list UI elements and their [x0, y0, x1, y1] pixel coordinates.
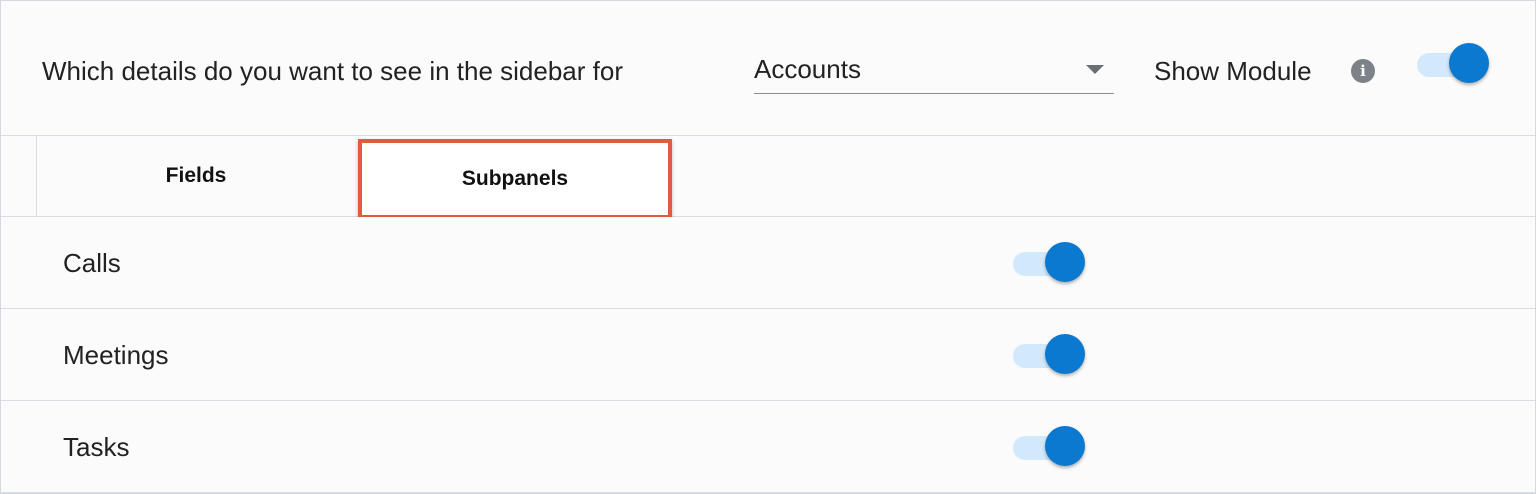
toggle-knob: [1045, 242, 1085, 282]
subpanel-row-meetings: Meetings: [1, 309, 1535, 401]
tab-bar: Fields Subpanels: [1, 136, 1535, 219]
chevron-down-icon: [1086, 65, 1104, 74]
tasks-toggle[interactable]: [1013, 426, 1087, 468]
show-module-toggle[interactable]: [1417, 43, 1491, 85]
calls-toggle[interactable]: [1013, 242, 1087, 284]
module-select[interactable]: Accounts: [754, 51, 1114, 94]
subpanel-row-tasks: Tasks: [1, 401, 1535, 493]
tab-bar-divider: [36, 136, 37, 216]
meetings-toggle[interactable]: [1013, 334, 1087, 376]
sidebar-question-label: Which details do you want to see in the …: [42, 56, 623, 86]
sidebar-settings-panel: Which details do you want to see in the …: [0, 0, 1536, 494]
toggle-knob: [1449, 43, 1489, 83]
subpanel-label: Tasks: [63, 432, 130, 462]
toggle-knob: [1045, 426, 1085, 466]
tab-fields[interactable]: Fields: [41, 136, 351, 216]
toggle-knob: [1045, 334, 1085, 374]
tab-subpanels[interactable]: Subpanels: [358, 139, 672, 219]
subpanel-label: Calls: [63, 248, 121, 278]
show-module-label: Show Module: [1154, 56, 1312, 86]
settings-header: Which details do you want to see in the …: [1, 1, 1535, 136]
info-icon[interactable]: i: [1351, 59, 1375, 83]
subpanel-row-calls: Calls: [1, 217, 1535, 309]
subpanel-label: Meetings: [63, 340, 169, 370]
module-select-value: Accounts: [754, 54, 861, 84]
